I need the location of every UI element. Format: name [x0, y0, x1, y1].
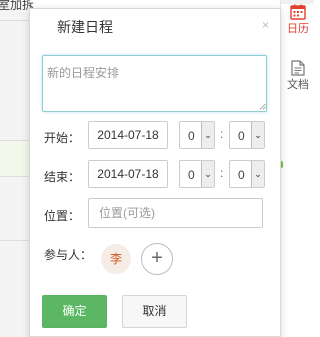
new-schedule-dialog: 新建日程 × 开始： 0 ⌄ : 0 ⌄ 结束： 0 ⌄ : 0 ⌄ 位置： 参…: [29, 8, 281, 337]
start-minute-select[interactable]: 0 ⌄: [229, 121, 265, 149]
nav-item-calendar[interactable]: 日历: [283, 4, 313, 36]
end-label: 结束：: [44, 170, 81, 184]
end-minute-value: 0: [238, 168, 245, 182]
chevron-down-icon: ⌄: [201, 122, 214, 148]
cancel-button[interactable]: 取消: [122, 295, 187, 328]
start-hour-value: 0: [188, 129, 195, 143]
background-divider: [0, 140, 30, 141]
time-separator: :: [220, 127, 224, 141]
document-icon: [291, 60, 305, 76]
end-hour-value: 0: [188, 168, 195, 182]
schedule-content-textarea[interactable]: [42, 55, 267, 112]
calendar-icon: [290, 4, 306, 20]
start-date-input[interactable]: [88, 121, 168, 149]
background-right-nav: 日历 文档: [279, 0, 314, 337]
background-divider: [0, 176, 30, 177]
end-minute-select[interactable]: 0 ⌄: [229, 160, 265, 188]
add-participant-button[interactable]: +: [141, 243, 173, 275]
dialog-title: 新建日程: [57, 19, 113, 35]
location-label: 位置：: [44, 209, 81, 223]
participants-label: 参与人：: [44, 248, 93, 262]
close-icon[interactable]: ×: [262, 18, 269, 32]
chevron-down-icon: ⌄: [251, 161, 264, 187]
confirm-button[interactable]: 确定: [42, 295, 107, 328]
end-hour-select[interactable]: 0 ⌄: [179, 160, 215, 188]
background-divider: [0, 240, 30, 241]
background-left-panel: 室加拆: [0, 0, 34, 337]
participant-avatar[interactable]: 李: [101, 244, 131, 274]
chevron-down-icon: ⌄: [201, 161, 214, 187]
start-hour-select[interactable]: 0 ⌄: [179, 121, 215, 149]
background-divider: [0, 20, 30, 21]
end-date-input[interactable]: [88, 160, 168, 188]
time-separator: :: [220, 166, 224, 180]
nav-item-documents-label: 文档: [287, 79, 309, 91]
nav-item-documents[interactable]: 文档: [283, 60, 313, 92]
resize-grip-icon[interactable]: [259, 103, 266, 110]
start-label: 开始：: [44, 131, 81, 145]
chevron-down-icon: ⌄: [251, 122, 264, 148]
background-highlight-row: [0, 140, 30, 176]
nav-item-calendar-label: 日历: [287, 23, 309, 35]
start-minute-value: 0: [238, 129, 245, 143]
location-input[interactable]: [88, 198, 263, 228]
